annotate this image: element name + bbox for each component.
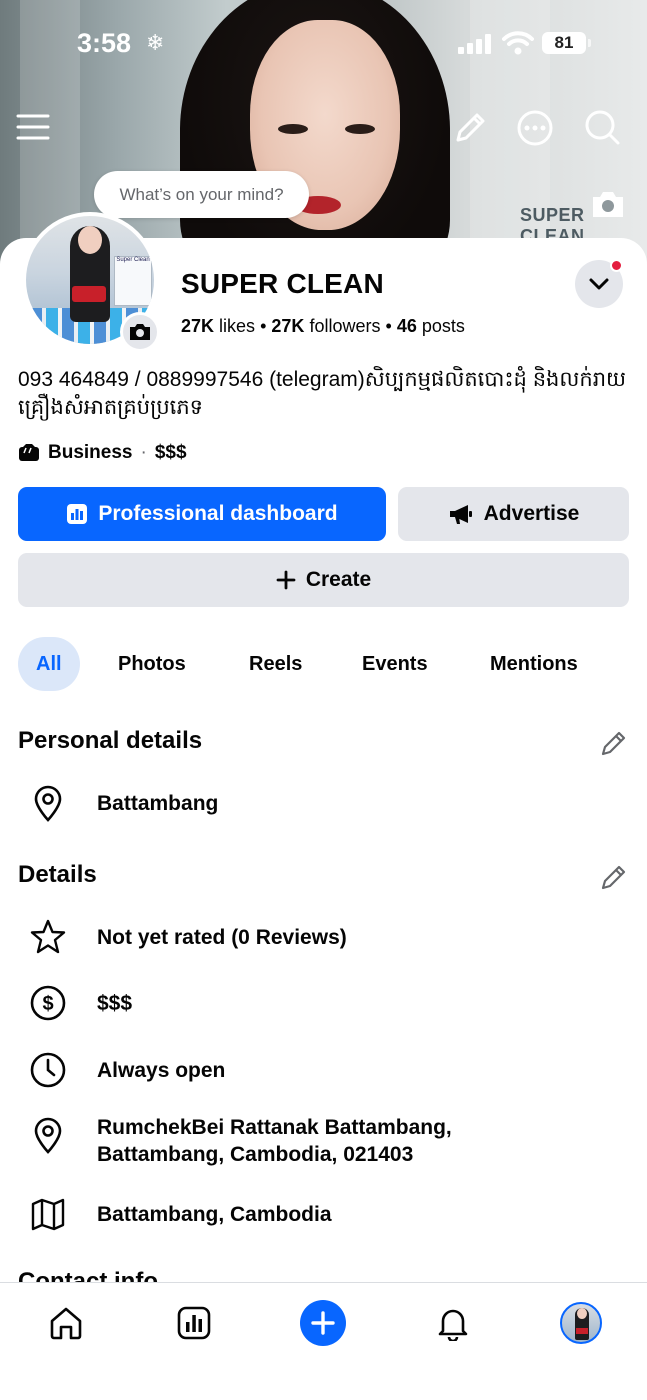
nav-dashboard[interactable] <box>172 1301 216 1345</box>
likes-label[interactable]: likes <box>219 316 255 336</box>
detail-region-text: Battambang, Cambodia <box>97 1203 332 1226</box>
create-label: Create <box>305 568 372 591</box>
dollar-circle-icon: $ <box>30 985 66 1021</box>
nav-avatar-bag <box>576 1328 588 1334</box>
wifi-icon <box>502 31 534 55</box>
professional-dashboard-label: Professional dashboard <box>98 502 338 525</box>
avatar-product-box-label: Super Clean <box>116 257 150 263</box>
nav-notifications[interactable] <box>431 1301 475 1345</box>
cover-camera-icon[interactable] <box>590 188 626 220</box>
nav-profile-avatar[interactable] <box>560 1302 602 1344</box>
signal-icon <box>458 34 492 54</box>
plus-icon <box>276 570 296 590</box>
category-label: Business <box>48 442 133 463</box>
dashboard-icon <box>67 504 88 524</box>
cover-eye <box>345 124 375 134</box>
avatar-product-box: Super Clean <box>114 256 152 306</box>
detail-city-text: Battambang <box>97 792 219 815</box>
location-pin-icon <box>34 1117 62 1154</box>
status-time: 3:58 <box>77 28 132 58</box>
price-range: $$$ <box>154 442 187 463</box>
nav-home[interactable] <box>44 1301 88 1345</box>
cover-eye <box>278 124 308 134</box>
home-icon <box>50 1307 82 1340</box>
star-icon <box>30 919 66 954</box>
detail-rating-text: Not yet rated (0 Reviews) <box>97 926 347 949</box>
megaphone-icon <box>449 505 472 524</box>
menu-icon[interactable] <box>14 108 54 148</box>
detail-address-line2: Battambang, Cambodia, 021403 <box>97 1143 414 1166</box>
tab-events[interactable]: Events <box>362 637 428 691</box>
page-name: SUPER CLEAN <box>181 268 384 299</box>
nav-avatar-head <box>577 1308 587 1319</box>
dashboard-icon <box>177 1306 211 1340</box>
details-title: Details <box>18 861 97 888</box>
tab-reels[interactable]: Reels <box>249 637 302 691</box>
nav-create-button[interactable] <box>300 1300 346 1346</box>
stats-separator: • <box>260 316 267 336</box>
plus-icon <box>311 1311 335 1335</box>
followers-label[interactable]: followers <box>309 316 380 336</box>
page-category: Business · $$$ <box>18 442 187 464</box>
detail-address-text: RumchekBei Rattanak Battambang, Battamba… <box>97 1114 452 1168</box>
followers-count: 27K <box>271 316 305 336</box>
likes-count: 27K <box>181 316 215 336</box>
search-icon[interactable] <box>582 108 622 148</box>
tab-photos[interactable]: Photos <box>118 637 186 691</box>
detail-hours-text: Always open <box>97 1059 226 1082</box>
professional-dashboard-button[interactable]: Professional dashboard <box>18 487 386 541</box>
personal-details-title: Personal details <box>18 727 203 754</box>
location-pin-icon <box>34 785 62 822</box>
edit-details-icon[interactable] <box>598 861 630 893</box>
contact-info-title: Contact info <box>18 1268 158 1282</box>
notification-dot <box>610 259 623 272</box>
advertise-button[interactable]: Advertise <box>398 487 629 541</box>
whats-on-your-mind-bubble[interactable]: What’s on your mind? <box>94 171 309 218</box>
tab-mentions[interactable]: Mentions <box>490 637 578 691</box>
category-separator: · <box>140 442 147 463</box>
posts-count: 46 <box>396 316 417 336</box>
chevron-down-icon <box>589 278 609 290</box>
clock-icon <box>30 1052 66 1088</box>
profile-tabs: All Photos Reels Events Mentions <box>18 637 638 691</box>
change-avatar-button[interactable] <box>120 312 160 352</box>
business-icon <box>19 444 39 461</box>
avatar-person-head <box>78 226 102 254</box>
avatar-bag <box>72 286 106 302</box>
bell-icon <box>438 1309 468 1341</box>
status-bar: 3:58 ❄ 81 <box>0 28 647 62</box>
snowflake-icon: ❄ <box>146 30 165 55</box>
more-options-icon[interactable] <box>515 108 555 148</box>
page-bio: 093 464849 / 0889997546 (telegram)សិប្បក… <box>18 368 627 419</box>
tab-all[interactable]: All <box>18 637 80 691</box>
detail-address-line1: RumchekBei Rattanak Battambang, <box>97 1116 452 1139</box>
detail-price-text: $$$ <box>97 992 133 1015</box>
edit-icon[interactable] <box>450 108 490 148</box>
map-icon <box>31 1198 65 1231</box>
edit-personal-details-icon[interactable] <box>598 727 630 759</box>
stats-separator: • <box>385 316 392 336</box>
posts-label[interactable]: posts <box>422 316 465 336</box>
bottom-navigation <box>0 1282 647 1400</box>
battery-icon: 81 <box>542 32 591 54</box>
page-stats: 27K likes • 27K followers • 46 posts <box>181 316 465 337</box>
svg-text:$: $ <box>42 993 53 1015</box>
camera-icon <box>130 324 150 340</box>
create-button[interactable]: Create <box>18 553 629 607</box>
advertise-label: Advertise <box>483 502 580 525</box>
